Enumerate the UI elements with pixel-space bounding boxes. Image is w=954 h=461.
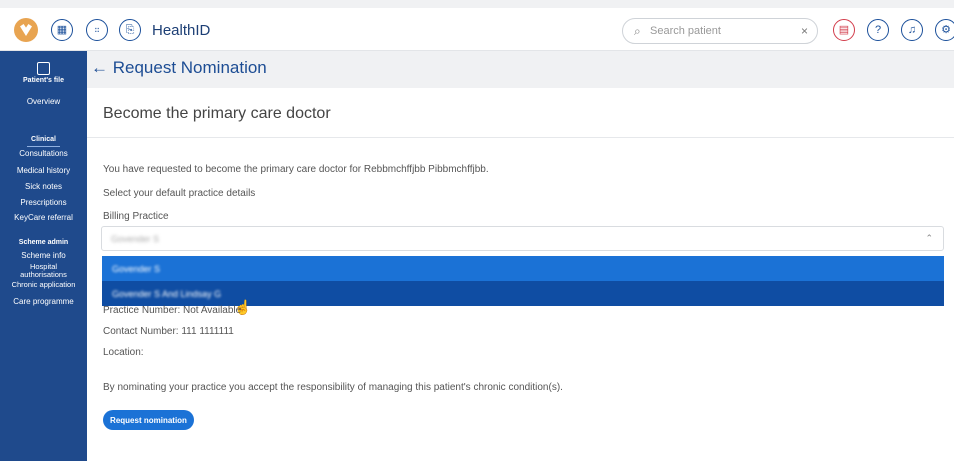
calendar-icon[interactable]: ▦ — [51, 19, 73, 41]
patient-file-tab[interactable]: Patient's file — [0, 62, 87, 84]
help-icon[interactable]: ? — [867, 19, 889, 41]
chevron-up-icon[interactable]: ⌃ — [925, 233, 933, 244]
team-icon[interactable]: ꓽꓽ — [86, 19, 108, 41]
option-item-selected[interactable]: Govender S And Lindsay G — [102, 281, 944, 306]
sidebar-item-consultations[interactable]: Consultations — [0, 149, 87, 158]
billing-practice-value: Govender S — [111, 234, 160, 244]
sidebar-heading-clinical: Clinical — [31, 136, 56, 143]
search-icon: ⌕ — [634, 24, 641, 38]
intro-text: You have requested to become the primary… — [103, 164, 489, 175]
search-input[interactable]: ⌕ Search patient × — [622, 18, 818, 44]
contact-number: Contact Number: 111 1111111 — [103, 326, 234, 337]
sidebar-item-medical-history[interactable]: Medical history — [0, 166, 87, 175]
billing-practice-options: Govender S Govender S And Lindsay G — [102, 256, 944, 306]
sidebar-item-prescriptions[interactable]: Prescriptions — [0, 198, 87, 207]
top-bar: ▦ ꓽꓽ ⎘ HealthID ⌕ Search patient × ▤ ? ♫… — [0, 8, 954, 51]
select-practice-label: Select your default practice details — [103, 188, 256, 199]
chat-icon[interactable]: ▤ — [833, 19, 855, 41]
app-title: HealthID — [152, 22, 211, 39]
sidebar-item-keycare-referral[interactable]: KeyCare referral — [0, 213, 87, 222]
option-item[interactable]: Govender S — [102, 256, 944, 281]
search-placeholder: Search patient — [650, 25, 721, 37]
clinical-underline — [27, 146, 60, 147]
sidebar-heading-scheme-admin: Scheme admin — [18, 239, 69, 246]
notification-icon[interactable]: ♫ — [901, 19, 923, 41]
location: Location: — [103, 347, 144, 358]
patient-file-label: Patient's file — [23, 77, 64, 84]
disclaimer-text: By nominating your practice you accept t… — [103, 382, 563, 393]
request-nomination-button[interactable]: Request nomination — [103, 410, 194, 430]
sidebar-item-care-programme[interactable]: Care programme — [0, 297, 87, 306]
card-title: Become the primary care doctor — [103, 105, 331, 122]
clipboard-icon[interactable]: ⎘ — [119, 19, 141, 41]
option-label: Govender S — [112, 264, 161, 274]
heart-logo-icon — [20, 24, 32, 36]
billing-practice-select[interactable]: Govender S ⌃ — [101, 226, 944, 251]
sidebar-item-overview[interactable]: Overview — [0, 97, 87, 106]
sidebar: Patient's file Overview Clinical Consult… — [0, 51, 87, 461]
back-arrow-icon[interactable]: ← — [91, 58, 108, 77]
clear-search-icon[interactable]: × — [801, 24, 808, 38]
option-label: Govender S And Lindsay G — [112, 289, 222, 299]
patient-file-icon — [37, 62, 50, 75]
page-title: Request Nomination — [112, 58, 267, 77]
sidebar-item-authorisations[interactable]: authorisations — [0, 270, 87, 279]
billing-practice-label: Billing Practice — [103, 211, 169, 222]
settings-icon[interactable]: ⚙ — [935, 19, 954, 41]
sidebar-item-chronic-application[interactable]: Chronic application — [0, 280, 87, 289]
page-header: ← Request Nomination — [91, 58, 267, 78]
sidebar-item-scheme-info[interactable]: Scheme info — [0, 251, 87, 260]
sidebar-item-sick-notes[interactable]: Sick notes — [0, 182, 87, 191]
card-divider — [87, 137, 954, 138]
practice-number: Practice Number: Not Available — [103, 305, 242, 316]
app-logo[interactable] — [14, 18, 38, 42]
